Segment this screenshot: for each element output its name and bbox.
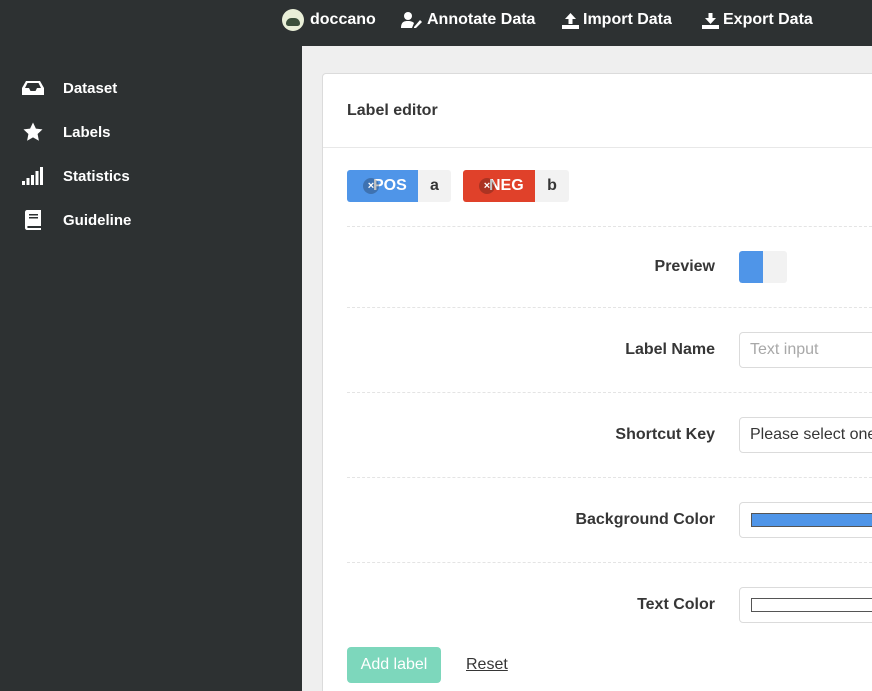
text-color-swatch: [751, 598, 872, 612]
label-name-input[interactable]: [750, 341, 872, 359]
book-icon: [22, 209, 44, 231]
signal-bars-icon: [22, 165, 44, 187]
divider: [347, 477, 872, 478]
delete-icon[interactable]: ×: [479, 178, 495, 194]
sidebar-item-guideline[interactable]: Guideline: [22, 208, 131, 232]
add-label-button[interactable]: Add label: [347, 647, 441, 683]
label-tag-neg: × NEG b: [463, 170, 569, 202]
text-color-label: Text Color: [637, 596, 715, 613]
sidebar-item-statistics[interactable]: Statistics: [22, 164, 130, 188]
label-tag-pos: × POS a: [347, 170, 451, 202]
import-data-link[interactable]: Import Data: [562, 0, 672, 40]
background-color-label: Background Color: [575, 511, 715, 528]
sidebar-item-label: Guideline: [63, 211, 132, 229]
reset-button[interactable]: Reset: [466, 656, 508, 674]
brand-link[interactable]: doccano: [282, 0, 376, 40]
background-color-input[interactable]: [739, 502, 872, 538]
sidebar-item-label: Dataset: [63, 79, 118, 97]
divider: [347, 562, 872, 563]
shortcut-key-select[interactable]: Please select one: [739, 417, 872, 453]
user-edit-icon: [401, 12, 422, 28]
text-color-input[interactable]: [739, 587, 872, 623]
download-icon: [702, 12, 719, 29]
divider: [347, 307, 872, 308]
label-tag-name: × NEG: [463, 170, 535, 202]
import-data-label: Import Data: [583, 11, 672, 28]
label-tag-shortcut: b: [535, 170, 569, 202]
sidebar-item-dataset[interactable]: Dataset: [22, 76, 117, 100]
doccano-logo-icon: [282, 9, 304, 31]
sidebar-item-label: Labels: [63, 123, 111, 141]
background-color-swatch: [751, 513, 872, 527]
label-tag-name: × POS: [347, 170, 418, 202]
upload-icon: [562, 12, 579, 29]
annotate-data-label: Annotate Data: [427, 11, 536, 28]
label-name-label: Label Name: [625, 341, 715, 358]
top-navbar: doccano Annotate Data Import Data Export…: [0, 0, 872, 46]
export-data-link[interactable]: Export Data: [702, 0, 813, 40]
preview-label: Preview: [654, 258, 715, 275]
sidebar-item-label: Statistics: [63, 167, 130, 185]
sidebar: Dataset Labels Statistics Guideline: [0, 46, 302, 691]
inbox-icon: [22, 77, 44, 99]
card-header: Label editor: [323, 74, 872, 148]
star-icon: [22, 121, 44, 143]
shortcut-key-label: Shortcut Key: [615, 426, 715, 443]
divider: [347, 392, 872, 393]
annotate-data-link[interactable]: Annotate Data: [401, 0, 535, 40]
sidebar-item-labels[interactable]: Labels: [22, 120, 111, 144]
divider: [347, 226, 872, 227]
brand-name: doccano: [310, 11, 376, 28]
label-name-field-wrap: [739, 332, 872, 368]
card-title: Label editor: [347, 101, 438, 119]
label-tag-shortcut: a: [418, 170, 451, 202]
delete-icon[interactable]: ×: [363, 178, 379, 194]
preview-swatch: [739, 251, 787, 283]
export-data-label: Export Data: [723, 11, 813, 28]
